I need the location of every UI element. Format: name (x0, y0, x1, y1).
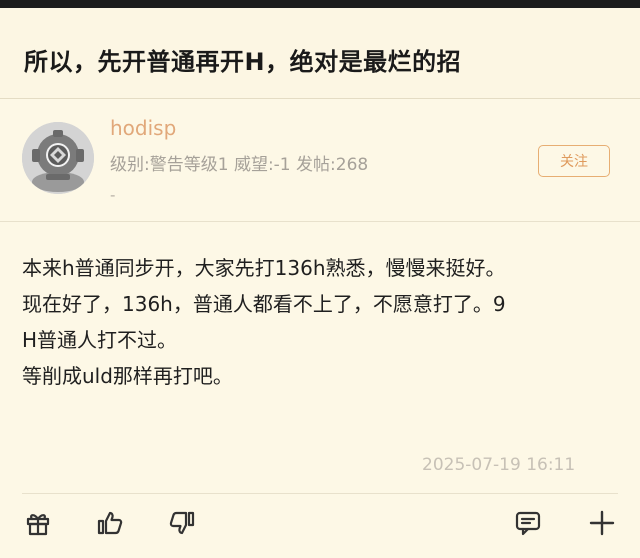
dislike-button[interactable] (165, 506, 199, 540)
gift-icon (26, 514, 50, 536)
post-content: 本来h普通同步开，大家先打136h熟悉，慢慢来挺好。 现在好了，136h，普通人… (22, 250, 622, 394)
comment-button[interactable] (511, 506, 545, 540)
plus-icon (589, 510, 615, 536)
post-line: 现在好了，136h，普通人都看不上了，不愿意打了。9 (22, 292, 506, 316)
add-button[interactable] (585, 506, 619, 540)
username[interactable]: hodisp (110, 116, 176, 140)
status-bar (0, 0, 640, 8)
comment-icon (515, 511, 541, 536)
thread-title: 所以，先开普通再开H，绝对是最烂的招 (24, 48, 462, 76)
thread-header: 所以，先开普通再开H，绝对是最烂的招 (0, 8, 640, 99)
like-button[interactable] (93, 506, 127, 540)
user-signature: - (110, 186, 116, 204)
post-line: H普通人打不过。 (22, 328, 178, 352)
post-line: 本来h普通同步开，大家先打136h熟悉，慢慢来挺好。 (22, 256, 506, 280)
thumbs-down-icon (169, 511, 195, 535)
divider (22, 493, 618, 494)
post-line: 等削成uld那样再打吧。 (22, 364, 233, 388)
divider (0, 221, 640, 222)
post-timestamp: 2025-07-19 16:11 (422, 455, 576, 475)
thumbs-up-icon (97, 511, 123, 535)
gift-button[interactable] (21, 506, 55, 540)
follow-button[interactable]: 关注 (538, 145, 610, 177)
diving-helmet-icon (22, 122, 94, 194)
user-meta: 级别:警告等级1 威望:-1 发帖:268 (110, 155, 369, 175)
avatar[interactable] (22, 122, 94, 194)
